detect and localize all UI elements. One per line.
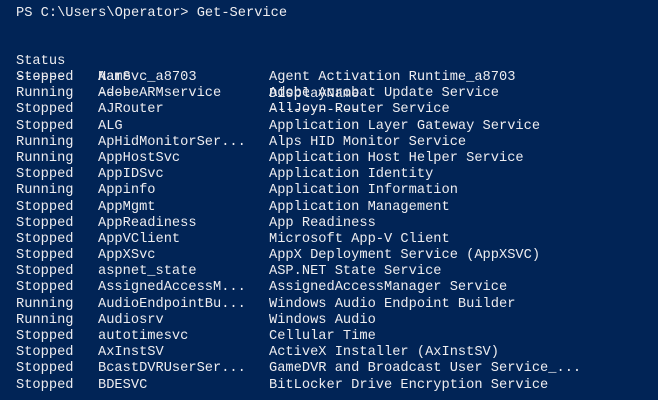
service-name: ALG [98, 118, 123, 134]
service-status: Stopped [16, 70, 74, 85]
column-headers: Status Name DisplayName [16, 38, 359, 101]
service-status: Stopped [16, 167, 74, 183]
column-underlines: ------ ---- ----------- [16, 54, 359, 117]
service-name: AssignedAccessM... [98, 280, 246, 296]
service-status: Running [16, 296, 74, 312]
service-name: AppReadiness [98, 215, 197, 231]
service-name: AppVClient [98, 231, 181, 247]
service-status: Stopped [16, 280, 74, 296]
service-name: aspnet_state [98, 264, 197, 280]
service-name: AppIDSvc [98, 167, 164, 183]
service-status: Stopped [16, 377, 74, 393]
service-status: Stopped [16, 118, 74, 134]
service-display-name: Windows Audio Endpoint Builder [269, 296, 516, 312]
service-name: BDESVC [98, 377, 148, 393]
service-name: Audiosrv [98, 312, 164, 328]
service-status: Stopped [16, 264, 74, 280]
service-display-name: Windows Audio [269, 312, 376, 328]
service-status: Stopped [16, 248, 74, 264]
service-display-name: Application Management [269, 199, 450, 215]
service-display-name: App Readiness [269, 215, 376, 231]
service-name: AudioEndpointBu... [98, 296, 246, 312]
service-status: Running [16, 134, 74, 150]
service-status: Running [16, 150, 74, 166]
service-display-name: Adobe Acrobat Update Service [269, 86, 499, 102]
service-status: Stopped [16, 215, 74, 231]
service-display-name: GameDVR and Broadcast User Service_... [269, 361, 582, 377]
service-display-name: AssignedAccessManager Service [269, 280, 508, 296]
command-prompt-line: PS C:\Users\Operator> Get-Service [16, 6, 288, 21]
service-display-name: Agent Activation Runtime_a8703 [269, 70, 516, 85]
service-name: AarSvc_a8703 [98, 70, 197, 85]
service-name: AdobeARMservice [98, 86, 222, 102]
service-name: AppHostSvc [98, 150, 181, 166]
service-display-name: BitLocker Drive Encryption Service [269, 377, 549, 393]
service-name: AppMgmt [98, 199, 156, 215]
service-name: AJRouter [98, 102, 164, 118]
service-name: ApHidMonitorSer... [98, 134, 246, 150]
service-display-name: Application Host Helper Service [269, 150, 524, 166]
service-name: Appinfo [98, 183, 156, 199]
service-name: autotimesvc [98, 329, 189, 344]
service-display-name: Microsoft App-V Client [269, 231, 450, 247]
service-name: AxInstSV [98, 345, 164, 361]
service-display-name: Cellular Time [269, 329, 376, 344]
service-status: Stopped [16, 361, 74, 377]
service-status: Stopped [16, 231, 74, 247]
service-status: Running [16, 312, 74, 328]
service-display-name: AppX Deployment Service (AppXSVC) [269, 248, 541, 264]
service-display-name: Application Identity [269, 167, 434, 183]
service-status: Running [16, 183, 74, 199]
service-status: Stopped [16, 345, 74, 361]
service-name: AppXSvc [98, 248, 156, 264]
service-status: Running [16, 86, 74, 102]
service-status: Stopped [16, 102, 74, 118]
powershell-console[interactable]: PS C:\Users\Operator> Get-Service Status… [0, 0, 658, 400]
service-status: Stopped [16, 199, 74, 215]
service-display-name: Application Layer Gateway Service [269, 118, 541, 134]
service-status: Stopped [16, 329, 74, 344]
service-display-name: ASP.NET State Service [269, 264, 442, 280]
service-display-name: ActiveX Installer (AxInstSV) [269, 345, 499, 361]
service-display-name: Application Information [269, 183, 458, 199]
service-name: BcastDVRUserSer... [98, 361, 246, 377]
service-display-name: Alps HID Monitor Service [269, 134, 467, 150]
service-display-name: AllJoyn Router Service [269, 102, 450, 118]
